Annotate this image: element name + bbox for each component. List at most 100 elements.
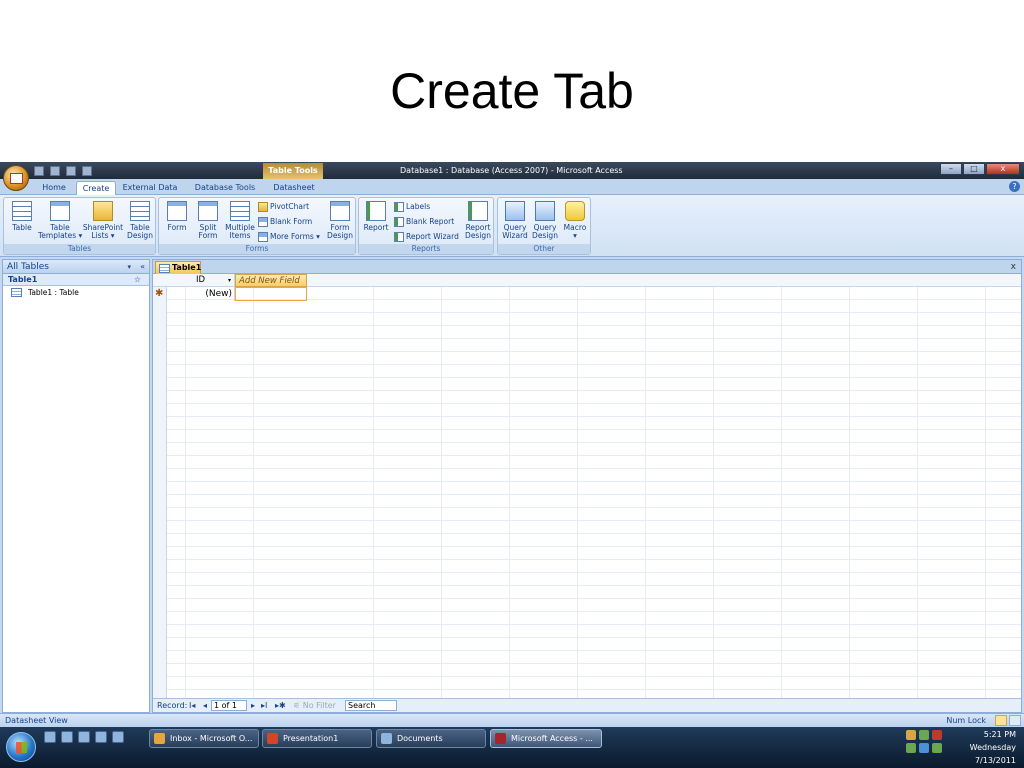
tray-volume-icon[interactable] xyxy=(932,730,942,740)
document-tab-table1[interactable]: Table1 xyxy=(155,261,201,274)
tab-database-tools[interactable]: Database Tools xyxy=(190,181,260,195)
status-view-label: Datasheet View xyxy=(5,716,68,725)
nav-group-toggle-icon[interactable]: ☆ xyxy=(134,274,141,286)
new-record-add-field-cell[interactable] xyxy=(235,287,307,301)
close-window-button[interactable]: x xyxy=(986,163,1020,175)
report-design-label: Report Design xyxy=(465,223,491,240)
tray-security-icon[interactable] xyxy=(906,743,916,753)
save-icon[interactable] xyxy=(34,165,44,176)
next-record-button[interactable]: ▸ xyxy=(251,699,255,712)
nav-collapse-icon[interactable]: « xyxy=(140,260,145,274)
column-dropdown-icon[interactable]: ▾ xyxy=(228,274,231,287)
explorer-icon[interactable] xyxy=(78,731,90,743)
query-wizard-icon xyxy=(505,201,525,221)
show-desktop-icon[interactable] xyxy=(44,731,56,743)
tab-datasheet[interactable]: Datasheet xyxy=(268,181,320,195)
new-record-row[interactable]: ✱ (New) xyxy=(153,287,1021,301)
last-record-button[interactable]: ▸I xyxy=(261,699,267,712)
tab-home[interactable]: Home xyxy=(38,181,70,195)
datasheet-grid[interactable]: ID ▾ Add New Field ✱ (New) xyxy=(153,274,1021,698)
column-header-id[interactable]: ID ▾ xyxy=(167,274,235,287)
document-tab-label: Table1 xyxy=(172,263,202,272)
nav-header-label: All Tables xyxy=(7,262,49,272)
tab-external-data[interactable]: External Data xyxy=(120,181,180,195)
taskbar-item-access[interactable]: Microsoft Access - ... xyxy=(490,729,602,748)
blank-report-button[interactable]: Blank Report xyxy=(394,215,454,228)
form-design-button[interactable]: Form Design xyxy=(325,201,355,240)
query-design-button[interactable]: Query Design xyxy=(530,201,560,240)
pivotchart-label: PivotChart xyxy=(270,202,310,211)
close-document-icon[interactable]: x xyxy=(1011,260,1016,274)
sharepoint-lists-button[interactable]: SharePoint Lists ▾ xyxy=(82,201,124,240)
nav-dropdown-icon[interactable]: ▾ xyxy=(127,260,131,274)
macro-button[interactable]: Macro ▾ xyxy=(560,201,590,240)
report-design-button[interactable]: Report Design xyxy=(463,201,493,240)
table-button[interactable]: Table xyxy=(6,201,38,232)
tray-sync-icon[interactable] xyxy=(919,743,929,753)
form-button[interactable]: Form xyxy=(161,201,193,232)
filter-toggle[interactable]: ⚟ No Filter xyxy=(293,699,336,712)
internet-explorer-icon[interactable] xyxy=(112,731,124,743)
table-templates-label: Table Templates ▾ xyxy=(38,223,83,240)
report-label: Report xyxy=(363,223,389,232)
group-forms: Form Split Form Multiple Items PivotChar… xyxy=(158,197,356,255)
tray-update-icon[interactable] xyxy=(932,743,942,753)
split-form-icon xyxy=(198,201,218,221)
tray-outlook-icon[interactable] xyxy=(906,730,916,740)
multiple-items-label: Multiple Items xyxy=(225,223,255,240)
redo-icon[interactable] xyxy=(66,165,76,176)
report-design-icon xyxy=(468,201,488,221)
quick-launch xyxy=(44,731,124,743)
office-button[interactable] xyxy=(3,165,29,191)
report-wizard-button[interactable]: Report Wizard xyxy=(394,230,459,243)
query-design-icon xyxy=(535,201,555,221)
table-design-icon xyxy=(130,201,150,221)
first-record-button[interactable]: I◂ xyxy=(189,699,195,712)
design-view-icon[interactable] xyxy=(1009,715,1021,726)
record-selector-column[interactable] xyxy=(153,274,167,698)
add-new-field-header[interactable]: Add New Field xyxy=(235,274,307,287)
customize-toolbar-icon[interactable] xyxy=(82,165,92,176)
taskbar-item-documents[interactable]: Documents xyxy=(376,729,486,748)
restore-button[interactable]: □ xyxy=(963,163,985,175)
blank-report-icon xyxy=(394,216,404,227)
minimize-button[interactable]: – xyxy=(940,163,962,175)
search-box[interactable]: Search xyxy=(345,700,397,711)
table-templates-button[interactable]: Table Templates ▾ xyxy=(38,201,82,240)
undo-icon[interactable] xyxy=(50,165,60,176)
nav-group-table1[interactable]: Table1 ☆ xyxy=(3,274,149,286)
query-wizard-button[interactable]: Query Wizard xyxy=(500,201,530,240)
tab-create[interactable]: Create xyxy=(76,181,116,196)
datasheet-view-icon[interactable] xyxy=(995,715,1007,726)
new-record-button[interactable]: ▸✱ xyxy=(275,699,286,712)
nav-header[interactable]: All Tables ▾ « xyxy=(3,260,149,274)
table-design-button[interactable]: Table Design xyxy=(124,201,156,240)
group-tables: Table Table Templates ▾ SharePoint Lists… xyxy=(3,197,156,255)
outlook-icon[interactable] xyxy=(95,731,107,743)
table-icon xyxy=(159,264,170,273)
more-forms-button[interactable]: More Forms ▾ xyxy=(258,230,320,243)
slide: Create Tab Table Tools Database1 : Datab… xyxy=(0,0,1024,768)
labels-button[interactable]: Labels xyxy=(394,200,430,213)
report-button[interactable]: Report xyxy=(361,201,391,232)
blank-form-button[interactable]: Blank Form xyxy=(258,215,312,228)
tray-network-icon[interactable] xyxy=(919,730,929,740)
multiple-items-button[interactable]: Multiple Items xyxy=(223,201,257,240)
labels-label: Labels xyxy=(406,202,431,211)
help-icon[interactable]: ? xyxy=(1009,181,1020,192)
split-form-label: Split Form xyxy=(198,223,218,240)
new-record-id-cell[interactable]: (New) xyxy=(167,287,235,301)
previous-record-button[interactable]: ◂ xyxy=(203,699,207,712)
switch-windows-icon[interactable] xyxy=(61,731,73,743)
nav-item-table1[interactable]: Table1 : Table xyxy=(3,286,149,299)
current-record-input[interactable]: 1 of 1 xyxy=(211,700,247,711)
start-button[interactable] xyxy=(6,732,36,762)
split-form-button[interactable]: Split Form xyxy=(193,201,223,240)
pivotchart-button[interactable]: PivotChart xyxy=(258,200,309,213)
taskbar-item-powerpoint[interactable]: Presentation1 xyxy=(262,729,372,748)
taskbar-item-outlook[interactable]: Inbox - Microsoft O... xyxy=(149,729,259,748)
table-design-label: Table Design xyxy=(127,223,153,240)
group-tables-label: Tables xyxy=(4,244,155,254)
tray-icons xyxy=(906,730,946,753)
clock[interactable]: 5:21 PM Wednesday 7/13/2011 xyxy=(956,728,1016,767)
